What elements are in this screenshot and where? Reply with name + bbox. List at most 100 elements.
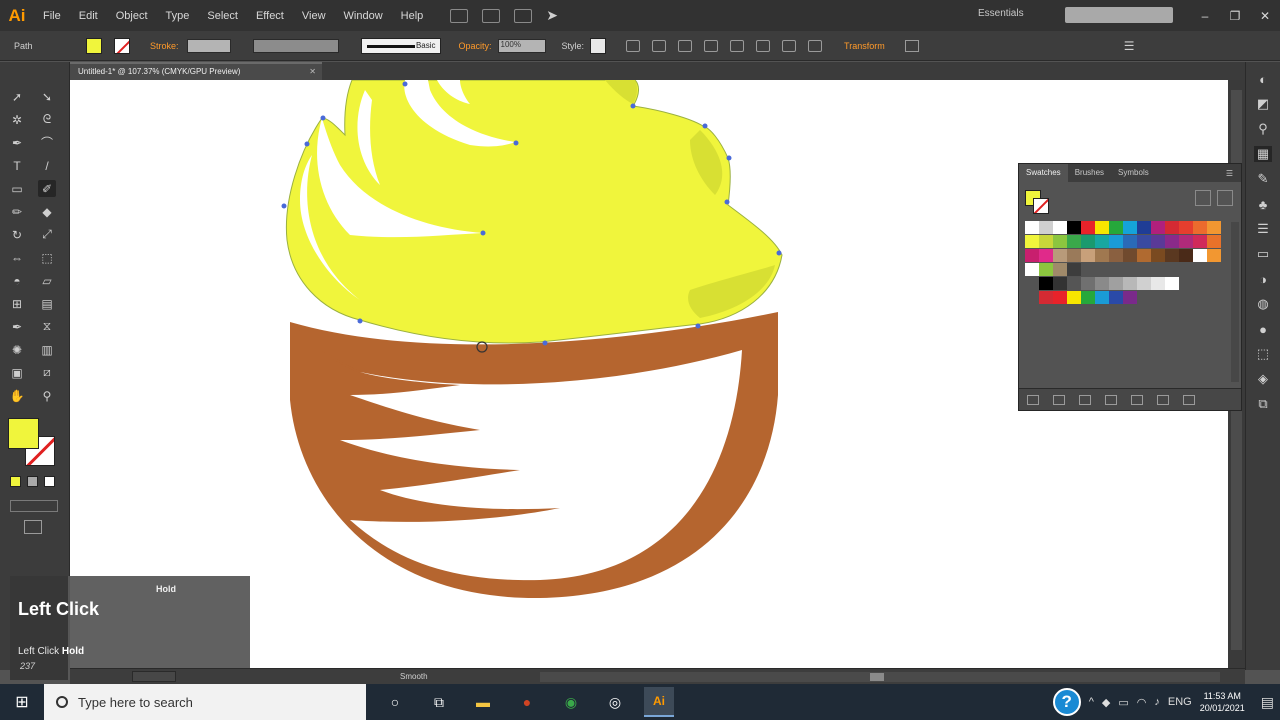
rotate-tool-icon[interactable]: ↻ [8, 226, 26, 243]
swatch[interactable] [1025, 291, 1039, 304]
cc-libraries-icon[interactable]: ⚲ [1254, 121, 1272, 137]
panel-menu-icon[interactable]: ☰ [1226, 169, 1233, 178]
swatch[interactable] [1095, 277, 1109, 290]
swatch[interactable] [1067, 263, 1081, 276]
artboards-panel-icon[interactable]: ⧉ [1254, 396, 1272, 412]
graphic-styles-icon[interactable]: ● [1254, 321, 1272, 337]
swatch[interactable] [1053, 249, 1067, 262]
menu-file[interactable]: File [34, 10, 70, 22]
drawing-modes-icon[interactable] [10, 500, 58, 512]
swatch[interactable] [1081, 291, 1095, 304]
swatch[interactable] [1123, 263, 1137, 276]
arrange-documents-icon[interactable] [514, 8, 533, 23]
swatch[interactable] [1137, 221, 1151, 234]
taskbar-search[interactable]: Type here to search [44, 684, 366, 720]
appearance-panel-icon[interactable]: ◍ [1254, 296, 1272, 312]
selection-tool-icon[interactable]: ➚ [8, 88, 26, 105]
swatch[interactable] [1165, 235, 1179, 248]
swatch[interactable] [1207, 235, 1221, 248]
line-tool-icon[interactable]: / [38, 157, 56, 174]
rectangle-tool-icon[interactable]: ▭ [8, 180, 26, 197]
swatch[interactable] [1039, 291, 1053, 304]
swatch[interactable] [1095, 249, 1109, 262]
menu-help[interactable]: Help [392, 10, 433, 22]
hand-tool-icon[interactable]: ✋ [8, 387, 26, 404]
swatch[interactable] [1039, 277, 1053, 290]
cortana-icon[interactable]: ○ [380, 687, 410, 717]
send-icon[interactable]: ➤ [546, 7, 558, 24]
swatch[interactable] [1123, 221, 1137, 234]
help-icon[interactable]: ? [1052, 688, 1081, 716]
swatch[interactable] [1179, 235, 1193, 248]
swatch[interactable] [1193, 263, 1207, 276]
align-left-icon[interactable] [678, 39, 693, 52]
variable-width-field[interactable] [252, 38, 339, 53]
swatch[interactable] [1081, 277, 1095, 290]
fill-swatch[interactable] [86, 37, 102, 54]
clock[interactable]: 11:53 AM 20/01/2021 [1200, 690, 1245, 714]
swatch[interactable] [1095, 221, 1109, 234]
scale-tool-icon[interactable]: ⤢ [38, 226, 56, 243]
swatch[interactable] [1179, 221, 1193, 234]
swatch[interactable] [1151, 235, 1165, 248]
swatch[interactable] [1207, 249, 1221, 262]
tray-chevron-icon[interactable]: ^ [1089, 696, 1094, 708]
align-right-icon[interactable] [730, 39, 745, 52]
horizontal-scrollbar[interactable] [540, 672, 1220, 682]
menu-edit[interactable]: Edit [70, 10, 107, 22]
wifi-icon[interactable]: ◠ [1137, 696, 1147, 709]
color-guide-icon[interactable]: ◩ [1254, 96, 1272, 112]
menu-effect[interactable]: Effect [247, 10, 293, 22]
align-top-icon[interactable] [756, 39, 771, 52]
stroke-panel-icon[interactable]: ☰ [1254, 221, 1272, 237]
eyedropper-tool-icon[interactable]: ✒ [8, 318, 26, 335]
swatch[interactable] [1179, 277, 1193, 290]
swatch[interactable] [1109, 277, 1123, 290]
swatch[interactable] [1039, 263, 1053, 276]
swatch[interactable] [1207, 263, 1221, 276]
swatch[interactable] [1067, 249, 1081, 262]
curvature-tool-icon[interactable]: ⌒ [38, 134, 56, 151]
direct-selection-tool-icon[interactable]: ➘ [38, 88, 56, 105]
swatch[interactable] [1207, 221, 1221, 234]
align-center-icon[interactable] [704, 39, 719, 52]
paintbrush-tool-icon[interactable]: ✐ [38, 180, 56, 197]
swatch[interactable] [1137, 263, 1151, 276]
lasso-tool-icon[interactable]: ᘓ [38, 111, 56, 128]
swatch[interactable] [1109, 263, 1123, 276]
swatch[interactable] [1053, 235, 1067, 248]
swatch[interactable] [1123, 277, 1137, 290]
fill-color-indicator[interactable] [8, 418, 39, 449]
swatches-panel-icon[interactable]: ▦ [1254, 146, 1272, 162]
stroke-swatch[interactable] [114, 37, 130, 54]
magic-wand-tool-icon[interactable]: ✲ [8, 111, 26, 128]
swatch[interactable] [1193, 221, 1207, 234]
swatch[interactable] [1151, 221, 1165, 234]
slice-tool-icon[interactable]: ⧄ [38, 364, 56, 381]
swatch[interactable] [1081, 249, 1095, 262]
swatch[interactable] [1039, 249, 1053, 262]
swatch[interactable] [1025, 277, 1039, 290]
layers-panel-icon[interactable]: ◈ [1254, 371, 1272, 387]
swatch[interactable] [1025, 221, 1039, 234]
stroke-label[interactable]: Stroke: [150, 41, 179, 51]
swatch[interactable] [1109, 291, 1123, 304]
windows-start-icon[interactable]: ⊞ [0, 684, 44, 720]
none-mode-icon[interactable] [44, 476, 55, 487]
illustrator-taskbar-icon[interactable]: Ai [644, 687, 674, 717]
symbols-panel-icon[interactable]: ♣ [1254, 196, 1272, 212]
brush-definition[interactable]: Basic [360, 37, 441, 54]
perspective-tool-icon[interactable]: ▱ [38, 272, 56, 289]
zoom-field[interactable] [132, 671, 176, 682]
swatch[interactable] [1095, 263, 1109, 276]
menu-object[interactable]: Object [107, 10, 157, 22]
swatch[interactable] [1165, 263, 1179, 276]
swatch[interactable] [1179, 249, 1193, 262]
swatch[interactable] [1067, 291, 1081, 304]
tray-app-icon[interactable]: ◆ [1102, 696, 1110, 709]
gradient-mode-icon[interactable] [27, 476, 38, 487]
swatch[interactable] [1123, 235, 1137, 248]
close-tab-icon[interactable]: ✕ [309, 64, 316, 80]
swatch[interactable] [1193, 277, 1207, 290]
menu-select[interactable]: Select [198, 10, 247, 22]
